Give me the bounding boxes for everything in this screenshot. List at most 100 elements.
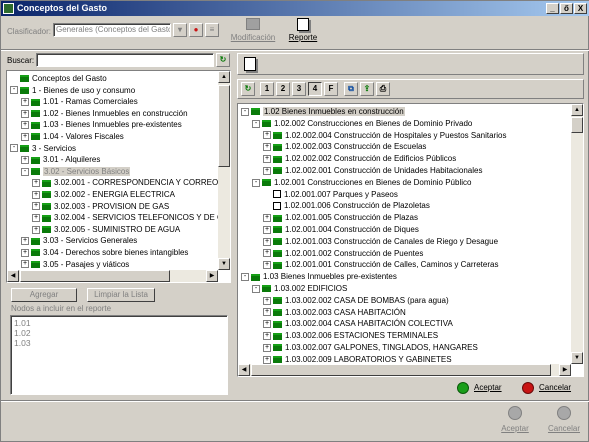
collapse-icon[interactable]: - xyxy=(241,107,249,116)
expand-icon[interactable]: + xyxy=(263,166,271,175)
maximize-button[interactable]: ő xyxy=(560,3,573,14)
tree-node[interactable]: +1.02.001.005 Construcción de Plazas xyxy=(263,212,418,223)
level-3-button[interactable]: 3 xyxy=(292,82,306,96)
modificacion-button[interactable]: Modificación xyxy=(230,18,276,46)
tree-node[interactable]: +3.02.005 - SUMINISTRO DE AGUA xyxy=(32,224,180,235)
tree-node[interactable]: - 1 - Bienes de uso y consumo xyxy=(10,85,135,96)
tree-node[interactable]: - 1.02.001 Construcciones en Bienes de Do… xyxy=(252,177,471,188)
expand-icon[interactable]: + xyxy=(263,320,271,329)
expand-icon[interactable]: + xyxy=(263,143,271,152)
tree-node[interactable]: +3.01 - Alquileres xyxy=(21,154,100,165)
list-item[interactable]: 1.01 xyxy=(14,318,224,328)
expand-icon[interactable]: + xyxy=(263,237,271,246)
list-item[interactable]: 1.02 xyxy=(14,328,224,338)
close-button[interactable]: X xyxy=(574,3,587,14)
expand-icon[interactable]: + xyxy=(21,156,29,165)
tree-node[interactable]: +1.03.002.003 CASA HABITACIÓN xyxy=(263,307,406,318)
tree-node[interactable]: +1.04 - Valores Fiscales xyxy=(21,131,124,142)
scroll-thumb[interactable] xyxy=(571,117,583,133)
collapse-icon[interactable]: - xyxy=(252,178,260,187)
tree-node[interactable]: +3.02.004 - SERVICIOS TELEFONICOS Y DE C xyxy=(32,212,223,223)
expand-icon[interactable]: + xyxy=(263,131,271,140)
scroll-down-arrow[interactable]: ▼ xyxy=(218,258,230,270)
expand-icon[interactable]: + xyxy=(263,308,271,317)
print-icon[interactable]: ⎙ xyxy=(376,82,390,96)
export-icon[interactable]: ⇪ xyxy=(360,82,374,96)
tree-node[interactable]: +1.02 - Bienes Inmuebles en construcción xyxy=(21,108,188,119)
tree-node[interactable]: +1.02.002.001 Construcción de Unidades H… xyxy=(263,165,482,176)
expand-icon[interactable]: + xyxy=(21,98,29,107)
expand-icon[interactable]: + xyxy=(263,332,271,341)
scroll-right-arrow[interactable]: ▶ xyxy=(559,364,571,376)
copy-icon[interactable]: ⧉ xyxy=(344,82,358,96)
tree-node[interactable]: +3.02.001 - CORRESPONDENCIA Y CORREO xyxy=(32,177,218,188)
scroll-thumb[interactable] xyxy=(218,85,230,167)
left-tree-vscroll[interactable]: ▲ ▼ xyxy=(218,71,230,270)
collapse-icon[interactable]: - xyxy=(241,273,249,282)
expand-icon[interactable]: + xyxy=(32,225,40,234)
report-accept-button[interactable]: Aceptar xyxy=(457,381,515,395)
level-2-button[interactable]: 2 xyxy=(276,82,290,96)
expand-icon[interactable]: + xyxy=(263,343,271,352)
tree-node[interactable]: +1.02.001.003 Construcción de Canales de… xyxy=(263,236,498,247)
tree-node[interactable]: - 1.03 Bienes Inmuebles pre-existentes xyxy=(241,271,397,282)
tree-node[interactable]: 1.02.001.007 Parques y Paseos xyxy=(263,189,398,200)
tree-node[interactable]: - 3.02 - Servicios Básicos xyxy=(21,166,131,177)
expand-icon[interactable]: + xyxy=(263,249,271,258)
tree-node[interactable]: +1.03.002.004 CASA HABITACIÓN COLECTIVA xyxy=(263,318,453,329)
scroll-up-arrow[interactable]: ▲ xyxy=(571,104,583,116)
tree-node[interactable]: +3.02.002 - ENERGIA ELECTRICA xyxy=(32,189,175,200)
tree-node[interactable]: - 1.03.002 EDIFICIOS xyxy=(252,283,347,294)
tree-node[interactable]: +3.02.003 - PROVISION DE GAS xyxy=(32,201,169,212)
tree-node[interactable]: +1.03.002.006 ESTACIONES TERMINALES xyxy=(263,330,438,341)
list-item[interactable]: 1.03 xyxy=(14,338,224,348)
expand-icon[interactable]: + xyxy=(21,109,29,118)
agregar-button[interactable]: Agregar xyxy=(11,288,77,302)
expand-icon[interactable]: + xyxy=(21,132,29,141)
collapse-icon[interactable]: - xyxy=(21,167,29,176)
hscroll-thumb[interactable] xyxy=(251,364,551,376)
expand-icon[interactable]: + xyxy=(32,214,40,223)
tree-node[interactable]: 1.02.001.006 Construcción de Plazoletas xyxy=(263,200,430,211)
cancel-button[interactable]: Cancelar xyxy=(545,406,583,438)
collapse-icon[interactable]: - xyxy=(10,144,18,153)
tree-node[interactable]: +1.02.001.002 Construcción de Puentes xyxy=(263,248,423,259)
tree-node[interactable]: +3.04 - Derechos sobre bienes intangible… xyxy=(21,247,188,258)
clasificador-select[interactable]: Generales (Conceptos del Gasto) xyxy=(53,23,171,37)
tree-node[interactable]: Conceptos del Gasto xyxy=(10,73,107,84)
tree-node[interactable]: +1.03 - Bienes Inmuebles pre-existentes xyxy=(21,119,182,130)
accept-button[interactable]: Aceptar xyxy=(498,406,532,438)
expand-icon[interactable]: + xyxy=(32,202,40,211)
level-1-button[interactable]: 1 xyxy=(260,82,274,96)
scroll-right-arrow[interactable]: ▶ xyxy=(206,270,218,282)
right-tree-hscroll[interactable]: ◀ ▶ xyxy=(238,364,571,376)
grid-icon[interactable]: ≡ xyxy=(205,23,219,37)
minimize-button[interactable]: _ xyxy=(546,3,559,14)
hscroll-thumb[interactable] xyxy=(20,270,170,282)
expand-icon[interactable]: + xyxy=(32,190,40,199)
expand-icon[interactable]: + xyxy=(263,296,271,305)
scroll-up-arrow[interactable]: ▲ xyxy=(218,71,230,83)
clasificador-dropdown-button[interactable]: ▾ xyxy=(173,23,187,37)
nodos-list[interactable]: 1.01 1.02 1.03 xyxy=(10,315,228,395)
tree-node[interactable]: +1.03.002.007 GALPONES, TINGLADOS, HANGA… xyxy=(263,342,478,353)
tree-node[interactable]: +1.02.002.002 Construcción de Edificios … xyxy=(263,153,456,164)
expand-icon[interactable]: + xyxy=(263,355,271,364)
tree-node[interactable]: +3.05 - Pasajes y viáticos xyxy=(21,259,129,270)
right-tree-vscroll[interactable]: ▲ ▼ xyxy=(571,104,583,364)
tree-node[interactable]: - 1.02 Bienes Inmuebles en construcción xyxy=(241,106,405,117)
refresh-icon[interactable]: ↻ xyxy=(216,53,230,67)
scroll-down-arrow[interactable]: ▼ xyxy=(571,352,583,364)
level-f-button[interactable]: F xyxy=(324,82,338,96)
report-tree[interactable]: -1.02 Bienes Inmuebles en construcción -1… xyxy=(237,103,584,377)
expand-icon[interactable]: + xyxy=(263,225,271,234)
tree-node[interactable]: - 1.02.002 Construcciones en Bienes de Do… xyxy=(252,118,472,129)
tree-node[interactable]: +1.01 - Ramas Comerciales xyxy=(21,96,138,107)
expand-icon[interactable]: + xyxy=(263,214,271,223)
expand-icon[interactable]: + xyxy=(32,179,40,188)
expand-icon[interactable]: + xyxy=(21,248,29,257)
collapse-icon[interactable]: - xyxy=(252,119,260,128)
expand-icon[interactable]: + xyxy=(263,261,271,270)
limpiar-button[interactable]: Limpiar la Lista xyxy=(87,288,155,302)
refresh-icon[interactable]: ↻ xyxy=(241,82,255,96)
